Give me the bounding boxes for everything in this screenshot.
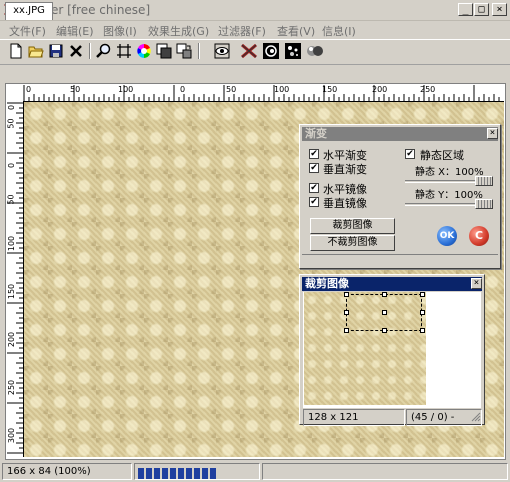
spiral-icon[interactable] — [262, 42, 280, 60]
menu-filter[interactable]: 过滤器(F) — [218, 23, 266, 39]
progress-segment — [138, 468, 144, 479]
menu-effects[interactable]: 效果生成(G) — [148, 23, 209, 39]
color-wheel-icon[interactable] — [135, 42, 153, 60]
crop-handle[interactable] — [344, 310, 349, 315]
ruler-top-label: 50 — [226, 85, 237, 94]
crop-handle[interactable] — [420, 328, 425, 333]
toolbar — [0, 39, 510, 65]
crop-handle[interactable] — [420, 292, 425, 297]
status-progress-bar — [134, 463, 260, 480]
v-gradient-checkbox[interactable]: ✔ — [309, 163, 319, 173]
ruler-left-label: 150 — [7, 283, 17, 300]
ruler-top-label: 100 — [118, 85, 134, 94]
noise-icon[interactable] — [284, 42, 302, 60]
progress-segment — [154, 468, 160, 479]
ruler-top-label: 0 — [180, 85, 186, 94]
ruler-left-label: 100 — [7, 235, 17, 252]
ruler-top-label: 200 — [372, 85, 388, 94]
static-x-label: 静态 X：100% — [415, 167, 484, 178]
menu-image[interactable]: 图像(I) — [103, 23, 137, 39]
crop-handle[interactable] — [382, 310, 387, 315]
ruler-left-label: 50 — [6, 118, 16, 129]
status-bar: 166 x 84 (100%) — [0, 461, 510, 482]
eye-icon[interactable] — [213, 42, 231, 60]
h-mirror-checkbox[interactable]: ✔ — [309, 183, 319, 193]
menu-info[interactable]: 信息(I) — [322, 23, 356, 39]
progress-segment — [194, 468, 200, 479]
menu-file[interactable]: 文件(F) — [9, 23, 46, 39]
crop-handle[interactable] — [420, 310, 425, 315]
ruler-top-labels: 0 50 100 0 50 100 150 200 250 — [7, 85, 504, 101]
document-tab-strip — [0, 64, 510, 84]
ok-button[interactable]: OK — [437, 226, 457, 246]
toolbar-separator — [89, 43, 91, 59]
resize-grip-icon[interactable] — [471, 412, 481, 422]
open-folder-icon[interactable] — [27, 42, 45, 60]
toolbar-separator — [198, 43, 200, 59]
v-mirror-label: 垂直镜像 — [323, 197, 367, 210]
crop-dialog-close-button[interactable]: × — [471, 278, 482, 289]
menu-edit[interactable]: 编辑(E) — [56, 23, 94, 39]
v-gradient-label: 垂直渐变 — [323, 163, 367, 176]
progress-segment — [210, 468, 216, 479]
close-button[interactable]: × — [492, 3, 507, 16]
v-mirror-checkbox[interactable]: ✔ — [309, 197, 319, 207]
crosshair-icon[interactable] — [115, 42, 133, 60]
static-x-slider-thumb[interactable] — [475, 176, 493, 186]
layers-icon[interactable] — [155, 42, 173, 60]
gradient-dialog-footer — [302, 254, 498, 267]
crop-handle[interactable] — [382, 292, 387, 297]
ruler-left-labels: 0 50 0 50 100 150 200 250 300 — [7, 101, 23, 457]
crop-handle[interactable] — [344, 328, 349, 333]
ruler-top-label: 150 — [322, 85, 338, 94]
status-size-readout: 166 x 84 (100%) — [2, 463, 132, 480]
ruler-left-label: 50 — [6, 194, 16, 205]
crop-dialog-title: 裁剪图像 — [302, 277, 482, 291]
ruler-top-label: 50 — [70, 85, 81, 94]
ruler-left-label: 0 — [7, 162, 17, 169]
menu-view[interactable]: 查看(V) — [277, 23, 315, 39]
close-icon[interactable] — [67, 42, 85, 60]
h-gradient-checkbox[interactable]: ✔ — [309, 149, 319, 159]
gradient-dialog-close-button[interactable]: × — [487, 128, 498, 139]
progress-segment — [146, 468, 152, 479]
sphere-icon[interactable] — [306, 42, 324, 60]
progress-segment — [170, 468, 176, 479]
minimize-button[interactable]: _ — [458, 3, 473, 16]
maximize-button[interactable]: □ — [474, 3, 489, 16]
no-crop-image-button[interactable]: 不裁剪图像 — [310, 235, 395, 251]
ruler-left-label: 0 — [7, 104, 17, 111]
progress-segment — [202, 468, 208, 479]
ruler-left-label: 300 — [7, 427, 17, 444]
progress-segment — [186, 468, 192, 479]
progress-segment — [178, 468, 184, 479]
crop-handle[interactable] — [382, 328, 387, 333]
ruler-top-label: 250 — [420, 85, 436, 94]
save-icon[interactable] — [47, 42, 65, 60]
xfader-icon[interactable] — [240, 42, 258, 60]
crop-handle[interactable] — [344, 292, 349, 297]
progress-segment — [162, 468, 168, 479]
crop-image-button[interactable]: 裁剪图像 — [310, 218, 395, 234]
static-region-checkbox[interactable]: ✔ — [405, 149, 415, 159]
ruler-top-label: 0 — [26, 85, 32, 94]
transform-icon[interactable] — [175, 42, 193, 60]
status-empty-panel — [262, 463, 508, 480]
cancel-button[interactable]: C — [469, 226, 489, 246]
gradient-dialog-title: 渐变 — [302, 127, 498, 141]
static-y-slider-thumb[interactable] — [475, 199, 493, 209]
gradient-dialog: 渐变 × ✔ 水平渐变 ✔ 垂直渐变 ✔ 水平镜像 ✔ 垂直镜像 ✔ 静态区域 … — [299, 124, 501, 269]
title-bar: XFader [free chinese] _ □ × — [0, 0, 510, 21]
ruler-top-label: 100 — [274, 85, 290, 94]
new-file-icon[interactable] — [7, 42, 25, 60]
static-region-label: 静态区域 — [420, 149, 464, 162]
menu-bar: 文件(F) 编辑(E) 图像(I) 效果生成(G) 过滤器(F) 查看(V) 信… — [0, 20, 510, 39]
zoom-icon[interactable] — [95, 42, 113, 60]
ruler-left-label: 200 — [7, 331, 17, 348]
ruler-left-label: 250 — [7, 379, 17, 396]
crop-size-readout: 128 x 121 — [303, 409, 405, 426]
static-y-label: 静态 Y：100% — [415, 190, 483, 201]
tab-xx-jpg[interactable]: xx.JPG — [5, 2, 53, 20]
